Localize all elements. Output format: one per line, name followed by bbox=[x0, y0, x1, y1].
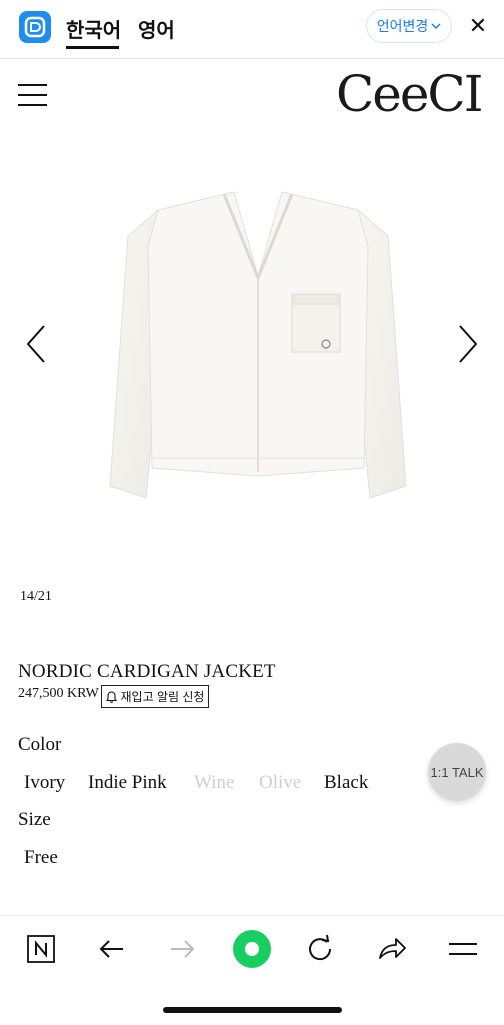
papago-icon[interactable] bbox=[19, 11, 51, 43]
chevron-right-icon[interactable] bbox=[454, 322, 482, 366]
color-label: Color bbox=[18, 734, 62, 755]
naver-n-icon[interactable] bbox=[25, 933, 57, 965]
color-option-olive: Olive bbox=[259, 772, 302, 793]
image-counter: 14/21 bbox=[20, 589, 52, 604]
chevron-down-icon bbox=[431, 23, 441, 30]
color-option-wine: Wine bbox=[194, 772, 235, 793]
restock-alert-label: 재입고 알림 신청 bbox=[120, 690, 205, 704]
color-option-ivory[interactable]: Ivory bbox=[24, 772, 65, 794]
bell-icon bbox=[105, 690, 117, 703]
site-logo[interactable]: CeeCI bbox=[336, 58, 483, 130]
product-image[interactable] bbox=[106, 186, 410, 506]
menu-icon[interactable] bbox=[447, 933, 479, 965]
color-option-black[interactable]: Black bbox=[324, 772, 368, 794]
forward-arrow-icon bbox=[166, 933, 198, 965]
home-indicator bbox=[163, 1007, 342, 1013]
chevron-left-icon[interactable] bbox=[22, 322, 50, 366]
change-language-label: 언어변경 bbox=[376, 18, 429, 34]
refresh-icon[interactable] bbox=[305, 933, 337, 965]
size-label: Size bbox=[18, 809, 51, 830]
hamburger-menu-icon[interactable] bbox=[18, 82, 48, 108]
restock-alert-button[interactable]: 재입고 알림 신청 bbox=[101, 685, 209, 708]
green-dot-home-icon[interactable] bbox=[232, 929, 272, 969]
active-tab-underline bbox=[66, 46, 119, 49]
chat-talk-button[interactable]: 1:1 TALK bbox=[428, 743, 486, 801]
product-name: NORDIC CARDIGAN JACKET bbox=[18, 661, 276, 682]
product-price: 247,500 KRW bbox=[18, 686, 99, 701]
tab-korean[interactable]: 한국어 bbox=[66, 14, 121, 43]
size-option-free[interactable]: Free bbox=[24, 847, 58, 869]
change-language-button[interactable]: 언어변경 bbox=[366, 9, 452, 43]
color-option-indie-pink[interactable]: Indie Pink bbox=[88, 772, 167, 794]
share-icon[interactable] bbox=[376, 933, 408, 965]
close-icon[interactable]: ✕ bbox=[466, 14, 490, 38]
tab-english[interactable]: 영어 bbox=[138, 14, 175, 43]
back-arrow-icon[interactable] bbox=[96, 933, 128, 965]
